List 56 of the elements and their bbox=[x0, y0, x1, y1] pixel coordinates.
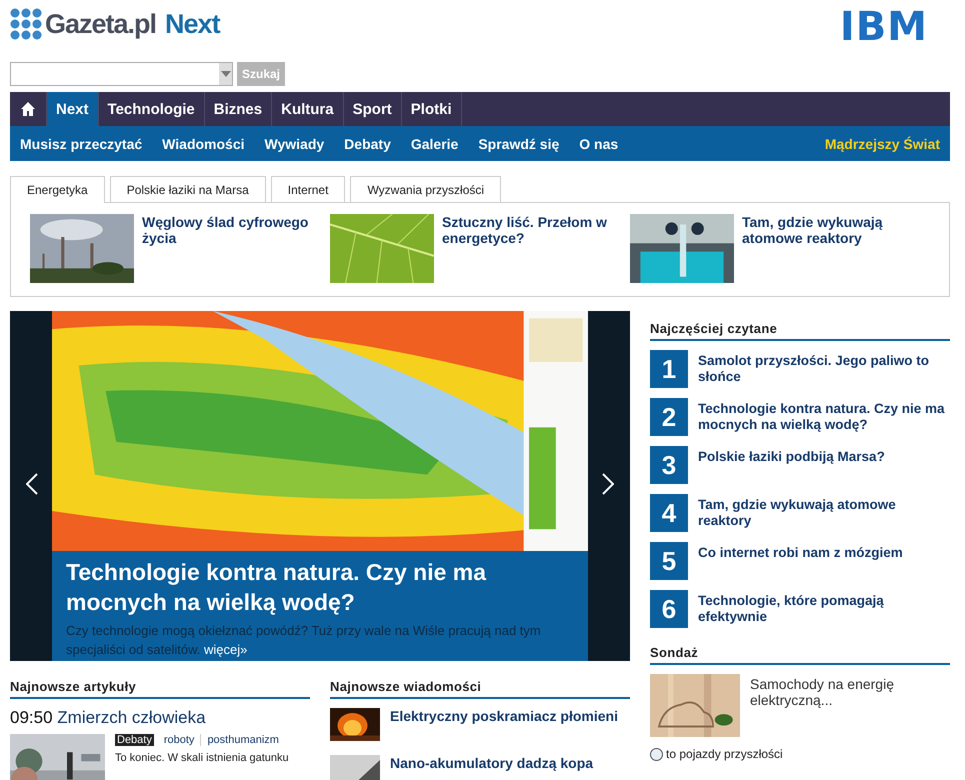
rank-badge: 4 bbox=[650, 494, 688, 532]
topic-tab[interactable]: Wyzwania przyszłości bbox=[350, 176, 502, 202]
section-heading: Najnowsze wiadomości bbox=[330, 679, 630, 699]
article-title[interactable]: Zmierzch człowieka bbox=[57, 708, 206, 727]
tag-link[interactable]: Debaty bbox=[115, 734, 154, 746]
previous-button[interactable] bbox=[24, 471, 40, 497]
poll-option[interactable]: to pojazdy przyszłości bbox=[666, 747, 783, 761]
article-link[interactable]: Sztuczny liść. Przełom w energetyce? bbox=[442, 214, 622, 284]
nav-tab[interactable]: Next bbox=[47, 92, 99, 126]
most-read-link[interactable]: Technologie kontra natura. Czy nie ma mocnych na wielką wodę? bbox=[698, 398, 950, 433]
home-icon bbox=[20, 101, 36, 117]
subnav-link[interactable]: Wiadomości bbox=[162, 136, 245, 152]
logo-dots-icon bbox=[10, 8, 42, 40]
search-field[interactable] bbox=[10, 62, 233, 86]
section-heading: Najnowsze artykuły bbox=[10, 679, 310, 699]
featured-link[interactable]: Mądrzejszy Świat bbox=[824, 136, 940, 152]
article-link[interactable]: Węglowy ślad cyfrowego życia bbox=[142, 214, 322, 284]
rank-badge: 5 bbox=[650, 542, 688, 580]
subnav-link[interactable]: Debaty bbox=[344, 136, 391, 152]
most-read-link[interactable]: Technologie, które pomagają efektywnie bbox=[698, 590, 950, 625]
section-heading: Najczęściej czytane bbox=[650, 321, 950, 341]
sponsor-logo: IBM bbox=[840, 4, 928, 50]
most-read-link[interactable]: Co internet robi nam z mózgiem bbox=[698, 542, 903, 561]
article-link[interactable]: Tam, gdzie wykuwają atomowe reaktory bbox=[742, 214, 922, 284]
chevron-left-icon bbox=[26, 473, 38, 495]
section-heading: Sondaż bbox=[650, 645, 950, 665]
most-read-link[interactable]: Samolot przyszłości. Jego paliwo to słońce bbox=[698, 350, 950, 385]
most-read-link[interactable]: Polskie łaziki podbiją Marsa? bbox=[698, 446, 885, 465]
slide-title[interactable]: Technologie kontra natura. Czy nie ma mocnych na wielką wodę? bbox=[66, 557, 574, 617]
most-read-link[interactable]: Tam, gdzie wykuwają atomowe reaktory bbox=[698, 494, 950, 529]
subnav-link[interactable]: Musisz przeczytać bbox=[20, 136, 142, 152]
poll-question: Samochody na energię elektryczną... bbox=[750, 676, 895, 710]
rank-badge: 2 bbox=[650, 398, 688, 436]
topic-tab[interactable]: Energetyka bbox=[10, 176, 105, 203]
news-link[interactable]: Nano-akumulatory dadzą kopa bbox=[390, 755, 594, 780]
chevron-right-icon bbox=[602, 473, 614, 495]
article-excerpt: To koniec. W skali istnienia gatunku bbox=[115, 752, 289, 764]
next-button[interactable] bbox=[600, 471, 616, 497]
topic-tab[interactable]: Internet bbox=[270, 176, 346, 202]
rank-badge: 6 bbox=[650, 590, 688, 628]
slide-summary: Czy technologie mogą okiełznać powódź? Tuż przy wale na Wiśle pracują nad tym specjaliści od satelitów. więcej» bbox=[66, 622, 542, 659]
rank-badge: 3 bbox=[650, 446, 688, 484]
subnav-link[interactable]: Sprawdź się bbox=[478, 136, 560, 152]
logo-brand: Gazeta.pl bbox=[45, 8, 156, 40]
radio-button[interactable] bbox=[650, 748, 663, 760]
news-link[interactable]: Elektryczny poskramiacz płomieni bbox=[390, 708, 618, 741]
logo-product: Next bbox=[165, 8, 220, 40]
rank-badge: 1 bbox=[650, 350, 688, 388]
tag-link[interactable]: roboty bbox=[158, 734, 196, 746]
subnav-link[interactable]: Wywiady bbox=[264, 136, 324, 152]
tag-link[interactable]: posthumanizm bbox=[200, 734, 281, 746]
subnav-link[interactable]: O nas bbox=[579, 136, 618, 152]
topic-tab[interactable]: Polskie łaziki na Marsa bbox=[110, 176, 266, 202]
article-time: 09:50 bbox=[10, 708, 53, 727]
more-link[interactable]: więcej» bbox=[204, 642, 248, 657]
subnav-link[interactable]: Galerie bbox=[410, 136, 458, 152]
